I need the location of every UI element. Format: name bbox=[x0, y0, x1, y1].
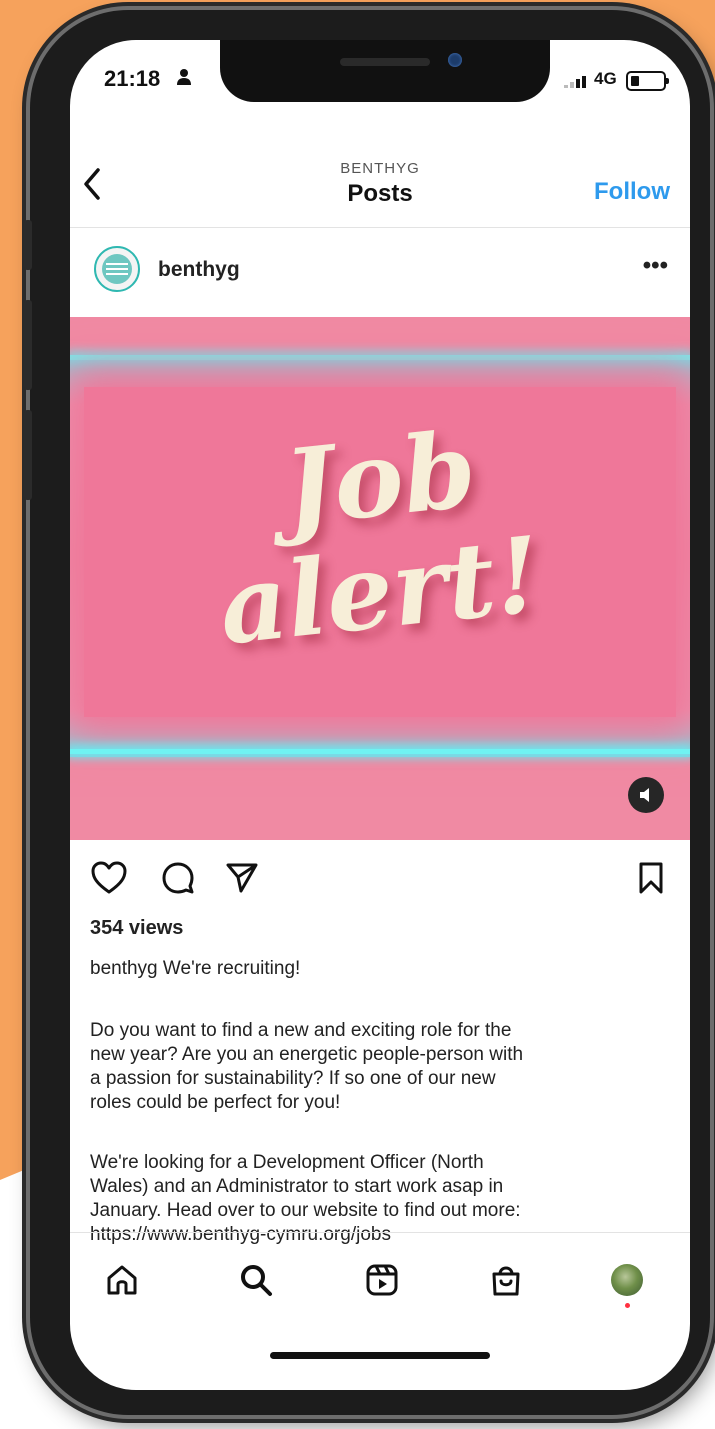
phone-button-mute bbox=[24, 220, 32, 270]
view-count: 354 views bbox=[90, 917, 184, 939]
follow-button[interactable]: Follow bbox=[594, 178, 670, 206]
avatar-logo-line bbox=[106, 273, 128, 275]
more-horizontal-icon[interactable]: ••• bbox=[643, 252, 668, 280]
notch bbox=[220, 40, 550, 102]
avatar-logo-line bbox=[106, 263, 128, 265]
phone-screen: 21:18 4G BENTHYG Posts Follow benthyg ••… bbox=[70, 40, 690, 1390]
caption-paragraph-1: Do you want to find a new and exciting r… bbox=[90, 1020, 524, 1113]
network-type: 4G bbox=[594, 69, 617, 88]
battery-nub bbox=[666, 78, 669, 84]
status-time: 21:18 bbox=[104, 66, 161, 91]
earpiece bbox=[340, 58, 430, 66]
neon-line-top bbox=[70, 355, 690, 360]
battery-level bbox=[631, 76, 639, 86]
header-divider bbox=[70, 227, 690, 228]
person-icon bbox=[177, 69, 191, 85]
home-indicator[interactable] bbox=[270, 1352, 490, 1359]
home-icon[interactable] bbox=[104, 1262, 140, 1298]
caption-username[interactable]: benthyg bbox=[90, 958, 158, 979]
profile-avatar[interactable] bbox=[611, 1264, 643, 1296]
search-icon[interactable] bbox=[238, 1262, 274, 1298]
sound-toggle-button[interactable] bbox=[628, 777, 664, 813]
battery-icon bbox=[626, 71, 669, 91]
heart-icon[interactable] bbox=[90, 860, 128, 896]
send-icon[interactable] bbox=[224, 860, 260, 896]
post-media[interactable]: Job alert! bbox=[70, 317, 690, 840]
account-caps-label: BENTHYG bbox=[340, 160, 420, 177]
avatar-logo-line bbox=[106, 268, 128, 270]
caption: benthyg We're recruiting! bbox=[90, 958, 300, 980]
nav-divider bbox=[70, 1232, 690, 1233]
speaker-icon bbox=[640, 788, 649, 802]
front-camera bbox=[448, 53, 462, 67]
signal-icon bbox=[564, 76, 586, 88]
notification-dot bbox=[625, 1303, 630, 1308]
post-avatar[interactable] bbox=[94, 246, 140, 292]
phone-button-volume-up bbox=[24, 300, 32, 390]
phone-button-volume-down bbox=[24, 410, 32, 500]
shop-icon[interactable] bbox=[488, 1262, 524, 1298]
post-username[interactable]: benthyg bbox=[158, 258, 240, 282]
comment-icon[interactable] bbox=[160, 860, 196, 896]
reels-icon[interactable] bbox=[364, 1262, 400, 1298]
avatar-logo bbox=[102, 254, 132, 284]
bookmark-icon[interactable] bbox=[636, 860, 666, 896]
caption-text: We're recruiting! bbox=[162, 958, 301, 979]
neon-line-bottom bbox=[70, 749, 690, 754]
